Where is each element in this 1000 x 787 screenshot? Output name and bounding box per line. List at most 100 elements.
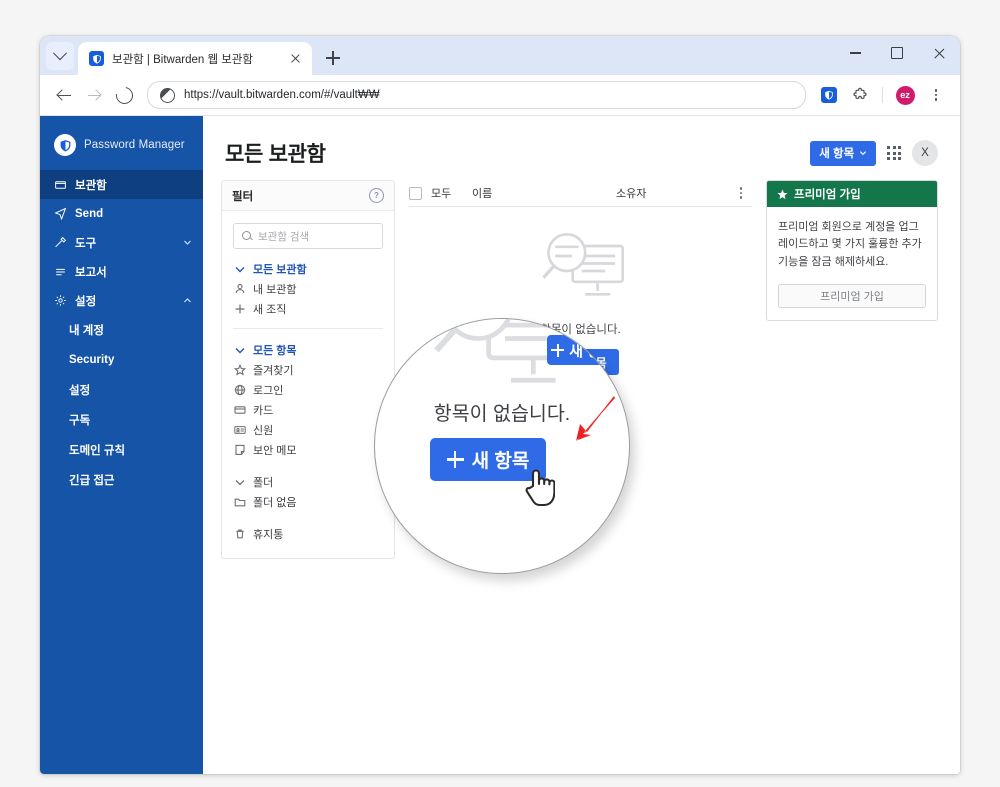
account-avatar[interactable]: X: [912, 140, 938, 166]
close-icon: [933, 47, 946, 60]
forward-arrow-icon: [87, 89, 101, 102]
window-controls: [834, 36, 960, 70]
page-title: 모든 보관함: [225, 143, 326, 166]
filter-item-identities[interactable]: 신원: [222, 420, 394, 440]
tools-icon: [53, 236, 67, 250]
reload-icon: [112, 83, 136, 107]
back-button[interactable]: [50, 81, 78, 109]
filter-item-folders[interactable]: 폴더: [222, 472, 394, 492]
chrome-menu-button[interactable]: [922, 81, 950, 109]
globe-icon: [233, 384, 246, 397]
select-all-checkbox[interactable]: [409, 186, 422, 200]
sidebar-item-send[interactable]: Send: [40, 199, 203, 228]
window-minimize-button[interactable]: [834, 36, 876, 70]
filter-item-label: 모든 항목: [253, 345, 297, 357]
filter-item-logins[interactable]: 로그인: [222, 380, 394, 400]
filter-item-cards[interactable]: 카드: [222, 400, 394, 420]
gear-icon: [53, 294, 67, 308]
filter-item-all-vaults[interactable]: 모든 보관함: [222, 259, 394, 279]
magnified-clipped-new-item-button[interactable]: 새 항목: [547, 335, 619, 365]
sidebar-item-vault[interactable]: 보관함: [40, 170, 203, 199]
filter-group-folders: 폴더 폴더 없음: [222, 468, 394, 512]
sidebar-subitem-label: 구독: [69, 415, 91, 427]
sidebar-subitem-my-account[interactable]: 내 계정: [40, 315, 203, 345]
filter-item-secure-notes[interactable]: 보안 메모: [222, 440, 394, 460]
sidebar-item-reports[interactable]: 보고서: [40, 257, 203, 286]
sidebar-subitem-domain-rules[interactable]: 도메인 규칙: [40, 435, 203, 465]
tab-close-icon[interactable]: [287, 50, 304, 67]
chevron-down-icon: [52, 46, 68, 61]
plus-icon: [551, 343, 565, 357]
profile-avatar: ez: [895, 85, 915, 105]
help-circle-icon[interactable]: ?: [369, 188, 384, 203]
sidebar-subitem-label: Security: [69, 354, 115, 366]
search-input[interactable]: 보관함 검색: [233, 223, 383, 249]
star-icon: [777, 189, 788, 199]
filter-search-wrap: 보관함 검색: [222, 211, 394, 255]
reports-icon: [53, 265, 67, 279]
folder-icon: [233, 496, 246, 509]
sidebar-item-tools[interactable]: 도구: [40, 228, 203, 257]
filter-item-favorites[interactable]: 즐겨찾기: [222, 360, 394, 380]
id-card-icon: [233, 424, 246, 437]
minimize-icon: [849, 52, 861, 54]
new-tab-button[interactable]: [320, 45, 346, 71]
window-maximize-button[interactable]: [876, 36, 918, 70]
filter-spacer: [222, 512, 394, 520]
sidebar-subitem-emergency-access[interactable]: 긴급 접근: [40, 465, 203, 495]
address-bar-url: https://vault.bitwarden.com/#/vault₩₩: [184, 89, 380, 101]
filter-item-trash[interactable]: 휴지통: [222, 524, 394, 544]
page-header: 모든 보관함 새 항목 X: [203, 116, 960, 168]
sidebar-subitem-settings[interactable]: 설정: [40, 375, 203, 405]
toolbar-right-actions: ez: [815, 81, 950, 109]
filter-group-vaults: 모든 보관함 내 보관함 새 조직: [222, 255, 394, 319]
search-placeholder: 보관함 검색: [258, 230, 310, 243]
screenshot-root: 보관함 | Bitwarden 웹 보관함 https://vault.bitw…: [0, 0, 1000, 787]
bitwarden-logo-icon: [54, 134, 76, 156]
premium-upgrade-button[interactable]: 프리미엄 가입: [778, 284, 926, 309]
filter-item-my-vault[interactable]: 내 보관함: [222, 279, 394, 299]
sidebar-item-settings[interactable]: 설정: [40, 286, 203, 315]
hand-pointer-cursor: [525, 469, 555, 507]
profile-button[interactable]: ez: [891, 81, 919, 109]
note-icon: [233, 444, 246, 457]
filter-item-label: 새 조직: [253, 304, 287, 316]
browser-tab[interactable]: 보관함 | Bitwarden 웹 보관함: [78, 42, 312, 75]
browser-toolbar: https://vault.bitwarden.com/#/vault₩₩ ez: [40, 75, 960, 116]
chevron-up-icon: [183, 296, 192, 305]
tab-search-button[interactable]: [46, 42, 74, 70]
forward-button[interactable]: [80, 81, 108, 109]
address-bar[interactable]: https://vault.bitwarden.com/#/vault₩₩: [147, 81, 806, 109]
new-item-label: 새 항목: [819, 148, 855, 160]
column-select-all: 모두: [431, 188, 452, 200]
tab-title: 보관함 | Bitwarden 웹 보관함: [112, 53, 253, 66]
premium-card-title: 프리미엄 가입: [794, 189, 861, 201]
send-icon: [53, 207, 67, 221]
filter-item-new-organization[interactable]: 새 조직: [222, 299, 394, 319]
chevron-down-icon: [183, 238, 192, 247]
filter-panel-header: 필터 ?: [222, 181, 394, 211]
filter-item-all-items[interactable]: 모든 항목: [222, 340, 394, 360]
sidebar-subitem-label: 도메인 규칙: [69, 445, 126, 457]
filter-item-no-folder[interactable]: 폴더 없음: [222, 492, 394, 512]
apps-grid-icon[interactable]: [887, 146, 901, 160]
filter-item-label: 내 보관함: [253, 284, 297, 296]
sidebar-subitem-security[interactable]: Security: [40, 345, 203, 375]
premium-card-body: 프리미엄 회원으로 계정을 업그레이드하고 몇 가지 훌륭한 추가 기능을 잠금…: [767, 207, 937, 320]
reload-button[interactable]: [110, 81, 138, 109]
extensions-button[interactable]: [846, 81, 874, 109]
new-item-button[interactable]: 새 항목: [810, 140, 877, 166]
magnifier-content: 새 항목 항목이 없습니다. 새 항목: [375, 319, 629, 573]
filter-item-label: 모든 보관함: [253, 264, 307, 276]
filter-item-label: 신원: [253, 425, 274, 437]
magnifier-over-monitor-icon: [541, 233, 624, 296]
sidebar-subitem-subscription[interactable]: 구독: [40, 405, 203, 435]
bitwarden-extension-icon: [821, 87, 837, 103]
magnified-button-label: 새 항목: [471, 451, 530, 472]
filter-divider: [233, 328, 383, 329]
magnified-clipped-button-label: 새 항목: [569, 342, 615, 360]
kebab-menu-icon[interactable]: [734, 187, 748, 199]
window-close-button[interactable]: [918, 36, 960, 70]
back-arrow-icon: [57, 89, 71, 102]
bitwarden-extension-button[interactable]: [815, 81, 843, 109]
